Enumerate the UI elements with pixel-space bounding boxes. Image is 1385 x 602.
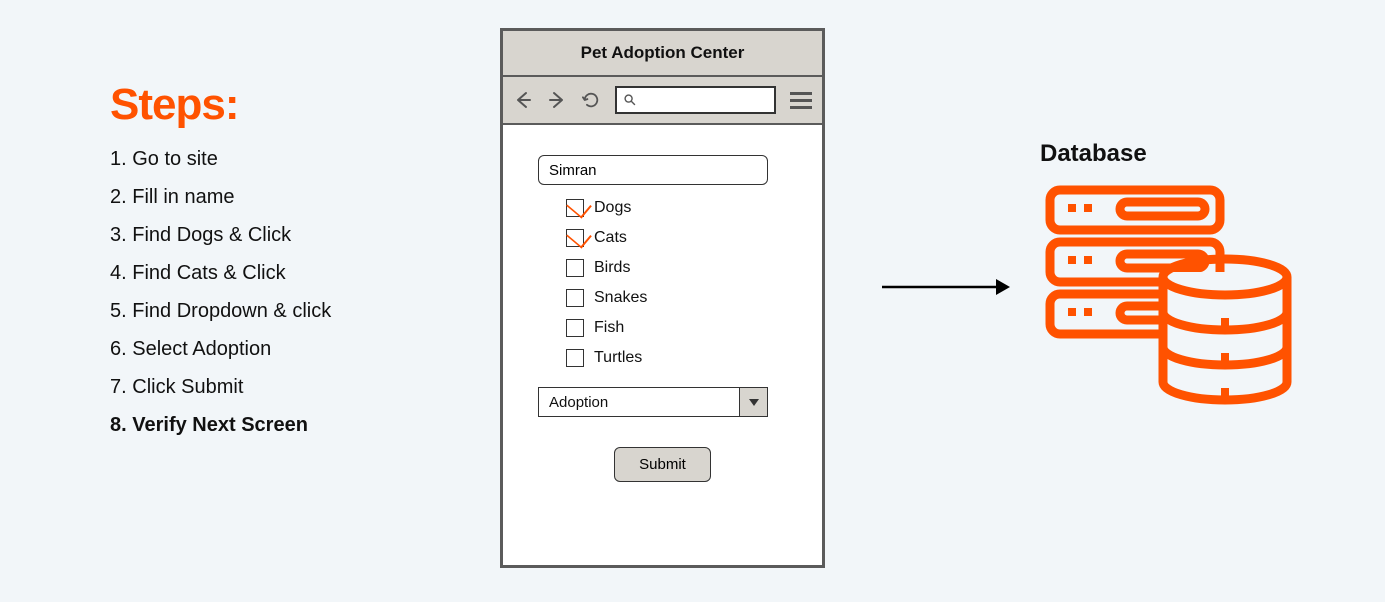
check-cats[interactable]: Cats [566,229,787,247]
step-item: Fill in name [110,178,430,216]
steps-list: Go to site Fill in name Find Dogs & Clic… [110,140,430,444]
arrow-icon [880,275,1010,304]
url-search-field[interactable] [615,86,776,114]
step-item: Go to site [110,140,430,178]
steps-heading: Steps: [110,80,430,130]
database-label: Database [1040,140,1300,168]
checkbox-icon [566,349,584,367]
form-body: Dogs Cats Birds Snakes Fish Turtles [503,125,822,502]
check-label: Dogs [594,199,631,217]
step-item: Verify Next Screen [110,406,430,444]
database-icon [1040,182,1300,412]
step-item: Click Submit [110,368,430,406]
check-turtles[interactable]: Turtles [566,349,787,367]
search-icon [623,93,637,107]
forward-icon[interactable] [547,90,567,110]
step-item: Select Adoption [110,330,430,368]
steps-panel: Steps: Go to site Fill in name Find Dogs… [110,80,430,444]
check-label: Cats [594,229,627,247]
check-birds[interactable]: Birds [566,259,787,277]
step-item: Find Dogs & Click [110,216,430,254]
type-dropdown[interactable]: Adoption [538,387,768,417]
check-label: Turtles [594,349,642,367]
check-dogs[interactable]: Dogs [566,199,787,217]
dropdown-value: Adoption [539,394,739,411]
check-label: Fish [594,319,624,337]
checkbox-icon [566,229,584,247]
step-item: Find Dropdown & click [110,292,430,330]
step-item: Find Cats & Click [110,254,430,292]
check-fish[interactable]: Fish [566,319,787,337]
pet-check-list: Dogs Cats Birds Snakes Fish Turtles [566,199,787,367]
name-input[interactable] [538,155,768,185]
check-snakes[interactable]: Snakes [566,289,787,307]
check-label: Birds [594,259,630,277]
browser-toolbar [503,77,822,125]
refresh-icon[interactable] [581,90,601,110]
checkbox-icon [566,199,584,217]
app-title: Pet Adoption Center [503,31,822,77]
submit-button[interactable]: Submit [614,447,711,482]
chevron-down-icon [739,388,767,416]
menu-icon[interactable] [790,92,812,109]
checkbox-icon [566,259,584,277]
back-icon[interactable] [513,90,533,110]
phone-mockup: Pet Adoption Center Dogs Cats [500,28,825,568]
check-label: Snakes [594,289,647,307]
url-input[interactable] [641,91,768,109]
database-section: Database [1040,140,1300,412]
checkbox-icon [566,289,584,307]
checkbox-icon [566,319,584,337]
